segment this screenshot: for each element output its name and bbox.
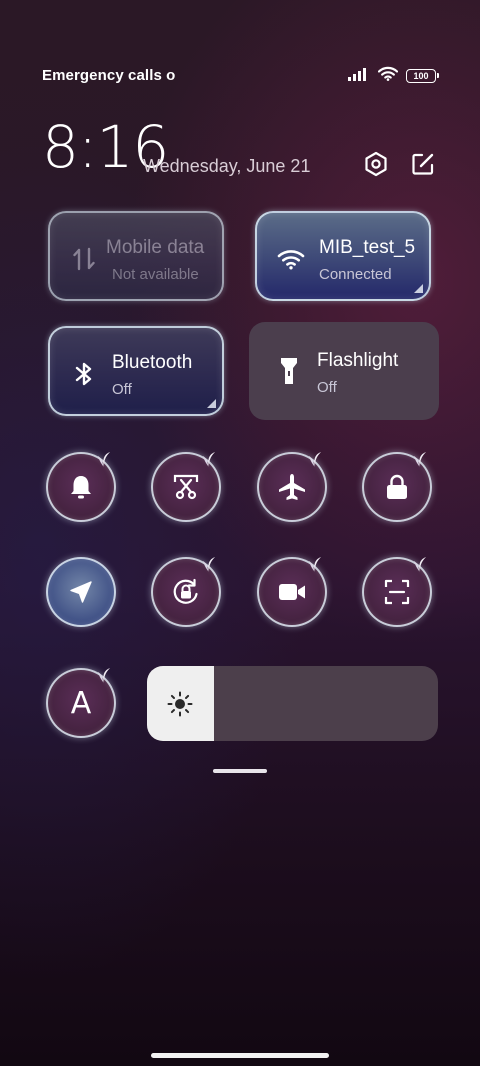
brightness-slider-fill[interactable] <box>147 666 214 741</box>
sprout-decoration-icon <box>203 557 215 572</box>
lock-screen-toggle[interactable] <box>362 452 432 522</box>
sprout-decoration-icon <box>203 452 215 467</box>
bluetooth-status: Off <box>112 381 132 398</box>
wifi-icon <box>277 245 305 273</box>
flashlight-status: Off <box>317 379 337 396</box>
auto-brightness-label: A <box>70 685 92 721</box>
scissors-icon <box>173 474 199 500</box>
bluetooth-expand-corner-icon[interactable] <box>207 399 216 408</box>
flashlight-title: Flashlight <box>317 350 399 371</box>
bell-icon <box>71 476 91 499</box>
flashlight-icon <box>275 357 303 385</box>
sprout-decoration-icon <box>414 452 426 467</box>
screen-recorder-toggle[interactable] <box>257 557 327 627</box>
bluetooth-icon <box>70 360 98 388</box>
scan-icon <box>384 579 410 605</box>
flashlight-tile[interactable]: Flashlight Off <box>249 322 439 420</box>
auto-brightness-toggle[interactable]: A <box>46 668 116 738</box>
screenshot-toggle[interactable] <box>151 452 221 522</box>
mobile-data-tile[interactable]: Mobile data Not available <box>48 211 224 301</box>
notification-toggle[interactable] <box>46 452 116 522</box>
location-toggle[interactable] <box>46 557 116 627</box>
airplane-icon <box>279 474 305 500</box>
data-transfer-icon <box>70 245 98 273</box>
wifi-expand-corner-icon[interactable] <box>414 284 423 293</box>
lock-icon <box>387 474 407 499</box>
battery-icon: 100 <box>406 69 439 83</box>
mobile-data-status: Not available <box>112 266 199 283</box>
wifi-icon <box>377 66 399 86</box>
home-indicator[interactable] <box>151 1053 329 1058</box>
rotation-lock-icon <box>173 578 198 604</box>
wifi-tile[interactable]: MIB_test_5 Connected <box>255 211 431 301</box>
scanner-toggle[interactable] <box>362 557 432 627</box>
sprout-decoration-icon <box>414 557 426 572</box>
sprout-decoration-icon <box>309 452 321 467</box>
clock-date: Wednesday, June 21 <box>143 156 311 176</box>
brightness-slider[interactable] <box>147 666 438 741</box>
settings-icon[interactable] <box>362 150 390 178</box>
sprout-decoration-icon <box>98 452 110 467</box>
wifi-status: Connected <box>319 266 392 283</box>
sun-icon <box>167 691 193 716</box>
video-camera-icon <box>279 584 305 600</box>
battery-level: 100 <box>413 71 429 81</box>
bluetooth-title: Bluetooth <box>112 352 193 373</box>
signal-icon <box>348 67 370 86</box>
status-carrier-text: Emergency calls o <box>42 67 176 84</box>
sprout-decoration-icon <box>309 557 321 572</box>
mobile-data-title: Mobile data <box>106 237 205 258</box>
panel-drag-handle[interactable] <box>213 769 267 773</box>
status-icons: 100 <box>348 66 439 86</box>
location-arrow-icon <box>70 581 92 603</box>
airplane-mode-toggle[interactable] <box>257 452 327 522</box>
rotation-lock-toggle[interactable] <box>151 557 221 627</box>
sprout-decoration-icon <box>98 668 110 683</box>
edit-icon[interactable] <box>409 150 437 178</box>
wifi-network-name: MIB_test_5 <box>319 237 416 258</box>
bluetooth-tile[interactable]: Bluetooth Off <box>48 326 224 416</box>
